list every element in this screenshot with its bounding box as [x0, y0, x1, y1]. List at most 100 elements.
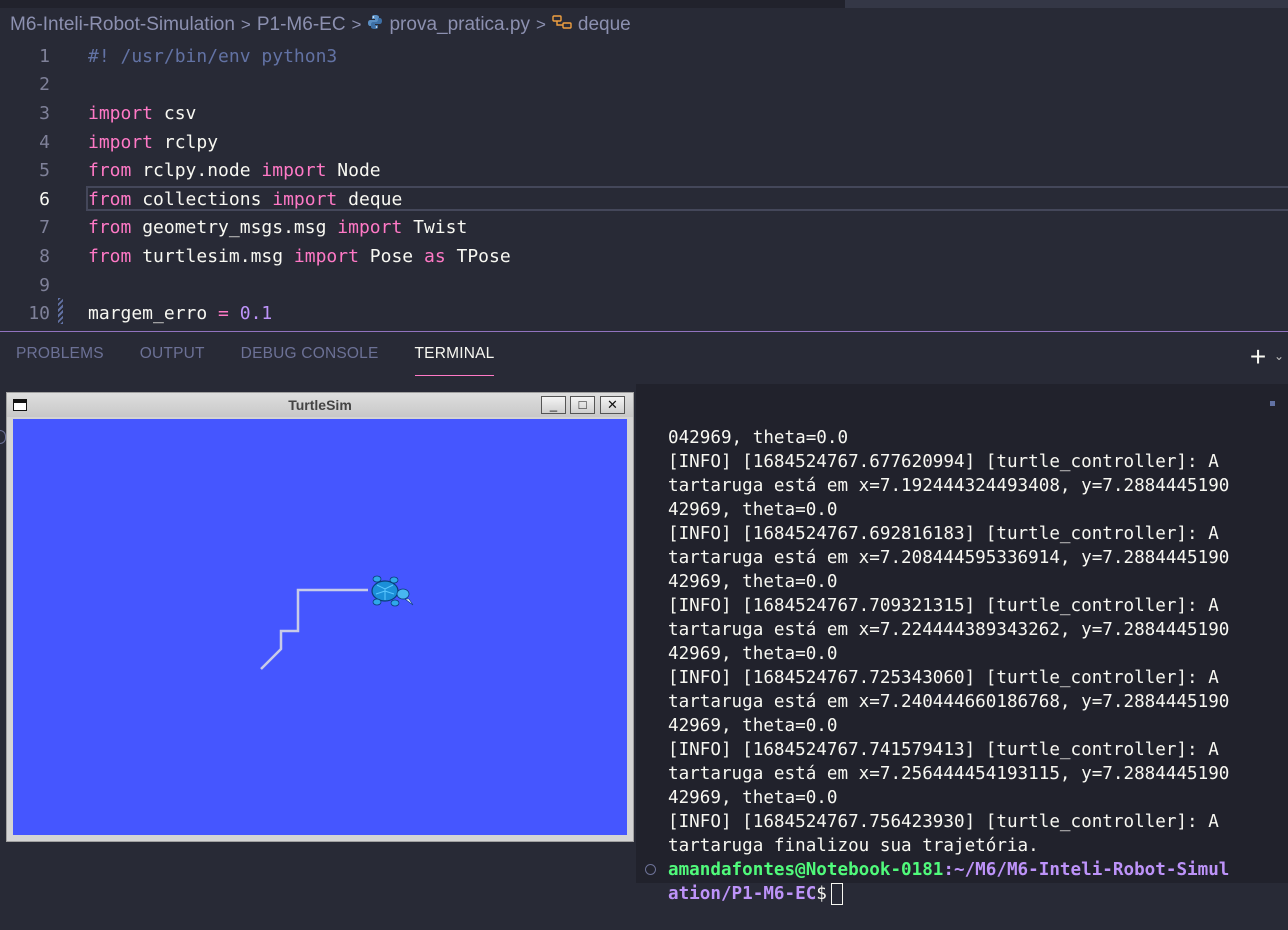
line-code: #! /usr/bin/env python3 [88, 46, 337, 67]
identifier-token: margem_erro [88, 303, 219, 325]
identifier-token: rclpy.node [131, 160, 262, 182]
breadcrumb-item-repo[interactable]: M6-Inteli-Robot-Simulation [10, 14, 235, 36]
breadcrumb-separator: > [240, 15, 251, 34]
keyword-token: import [337, 217, 403, 239]
line-code: margem_erro = 0.1 [88, 303, 272, 324]
code-line[interactable]: 2 [0, 71, 1288, 100]
terminal-line: 42969, theta=0.0 [668, 500, 838, 520]
comment-token: #! /usr/bin/env python3 [88, 45, 338, 67]
window-titlebar[interactable]: TurtleSim _ □ ✕ [7, 393, 633, 417]
prompt-path: :~/M6/M6-Inteli-Robot-Simul [943, 860, 1230, 880]
line-code: from geometry_msgs.msg import Twist [88, 217, 467, 238]
line-code: from rclpy.node import Node [88, 160, 381, 181]
terminal-line: tartaruga está em x=7.192444324493408, y… [668, 476, 1230, 496]
breadcrumb-separator: > [535, 15, 546, 34]
code-line[interactable]: 4 import rclpy [0, 128, 1288, 157]
close-button[interactable]: ✕ [600, 396, 625, 414]
line-code: import rclpy [88, 132, 218, 153]
modified-line-indicator [58, 298, 63, 324]
line-number: 10 [28, 303, 50, 325]
tab-terminal[interactable]: TERMINAL [414, 345, 495, 377]
operator-token: = [218, 303, 229, 325]
scrollbar-marker [1270, 401, 1275, 406]
terminal-prompt-line: amandafontes@Notebook-0181:~/M6/M6-Intel… [668, 858, 1268, 882]
line-code: import csv [88, 103, 196, 124]
keyword-token: from [88, 217, 132, 239]
breadcrumb-item-file[interactable]: prova_pratica.py [389, 14, 529, 36]
keyword-token: import [272, 188, 338, 210]
minimize-button[interactable]: _ [541, 396, 566, 414]
terminal-line: tartaruga está em x=7.240444660186768, y… [668, 692, 1230, 712]
prompt-user: amandafontes@Notebook-0181 [668, 860, 944, 880]
turtle-icon [371, 575, 414, 607]
identifier-token: rclpy [153, 131, 219, 153]
code-line[interactable]: 9 [0, 271, 1288, 300]
code-line[interactable]: 10 margem_erro = 0.1 [0, 299, 1288, 328]
tab-debug-console[interactable]: DEBUG CONSOLE [241, 345, 379, 377]
terminal-line: tartaruga está em x=7.224444389343262, y… [668, 620, 1230, 640]
line-number: 5 [39, 160, 50, 182]
python-file-icon [367, 14, 383, 36]
identifier-token: turtlesim.msg [131, 245, 294, 267]
turtle-path [260, 588, 368, 670]
panel-tabs: PROBLEMS OUTPUT DEBUG CONSOLE TERMINAL [0, 345, 514, 377]
terminal-line: tartaruga finalizou sua trajetória. [668, 836, 1039, 856]
terminal-decoration-icon[interactable] [645, 864, 656, 875]
line-number: 1 [39, 45, 50, 67]
turtlesim-canvas [13, 419, 627, 835]
identifier-token: Twist [402, 217, 468, 239]
code-line-active[interactable]: 6 from collections import deque [0, 185, 1288, 214]
terminal-line: [INFO] [1684524767.677620994] [turtle_co… [668, 452, 1219, 472]
keyword-token: from [88, 188, 132, 210]
code-line[interactable]: 8 from turtlesim.msg import Pose as TPos… [0, 242, 1288, 271]
line-code: from collections import deque [88, 189, 402, 210]
keyword-token: as [423, 245, 446, 267]
terminal-line: [INFO] [1684524767.725343060] [turtle_co… [668, 668, 1219, 688]
terminal-line: 42969, theta=0.0 [668, 644, 838, 664]
terminal-cursor[interactable] [830, 883, 843, 905]
keyword-token: import [88, 131, 154, 153]
breadcrumb-separator: > [351, 15, 362, 34]
prompt-symbol: $ [816, 884, 827, 904]
keyword-token: import [293, 245, 359, 267]
keyword-token: import [88, 102, 154, 124]
editor-tab-strip [845, 0, 1288, 8]
terminal-line: tartaruga está em x=7.256444454193115, y… [668, 764, 1230, 784]
terminal-line: tartaruga está em x=7.208444595336914, y… [668, 548, 1230, 568]
keyword-token: import [261, 160, 327, 182]
keyword-token: from [88, 245, 132, 267]
line-number: 7 [39, 217, 50, 239]
terminal-line: 42969, theta=0.0 [668, 716, 838, 736]
terminal-output[interactable]: 042969, theta=0.0 [INFO] [1684524767.6776… [668, 402, 1268, 930]
breadcrumb-item-symbol[interactable]: deque [578, 14, 631, 36]
code-line[interactable]: 7 from geometry_msgs.msg import Twist [0, 214, 1288, 243]
terminal-line: [INFO] [1684524767.741579413] [turtle_co… [668, 740, 1219, 760]
line-number: 9 [39, 274, 50, 296]
tab-problems[interactable]: PROBLEMS [16, 345, 104, 377]
terminal-line: [INFO] [1684524767.756423930] [turtle_co… [668, 812, 1219, 832]
maximize-button[interactable]: □ [570, 396, 595, 414]
new-terminal-button[interactable]: + [1244, 343, 1272, 371]
terminal-line: 42969, theta=0.0 [668, 788, 838, 808]
identifier-token: collections [131, 188, 273, 210]
code-editor[interactable]: 1 #! /usr/bin/env python3 2 3 import csv… [0, 40, 1288, 331]
code-line[interactable]: 1 #! /usr/bin/env python3 [0, 42, 1288, 71]
code-line[interactable]: 5 from rclpy.node import Node [0, 156, 1288, 185]
terminal-line: [INFO] [1684524767.692816183] [turtle_co… [668, 524, 1219, 544]
code-line[interactable]: 3 import csv [0, 99, 1288, 128]
breadcrumb-item-folder[interactable]: P1-M6-EC [257, 14, 346, 36]
identifier-token: deque [337, 188, 403, 210]
prompt-path: ation/P1-M6-EC [668, 884, 817, 904]
window-menu-icon[interactable] [13, 399, 27, 411]
tab-output[interactable]: OUTPUT [140, 345, 205, 377]
terminal-prompt-line: ation/P1-M6-EC$ [668, 882, 1268, 906]
keyword-token: from [88, 160, 132, 182]
breadcrumb: M6-Inteli-Robot-Simulation > P1-M6-EC > … [10, 12, 631, 38]
turtle-trail-svg [260, 575, 414, 670]
turtlesim-window[interactable]: TurtleSim _ □ ✕ [6, 392, 634, 842]
identifier-token: Node [326, 160, 381, 182]
identifier-token: TPose [445, 245, 511, 267]
symbol-variable-icon [552, 14, 572, 36]
identifier-token: geometry_msgs.msg [131, 217, 338, 239]
chevron-down-icon[interactable]: ⌄ [1274, 349, 1288, 365]
